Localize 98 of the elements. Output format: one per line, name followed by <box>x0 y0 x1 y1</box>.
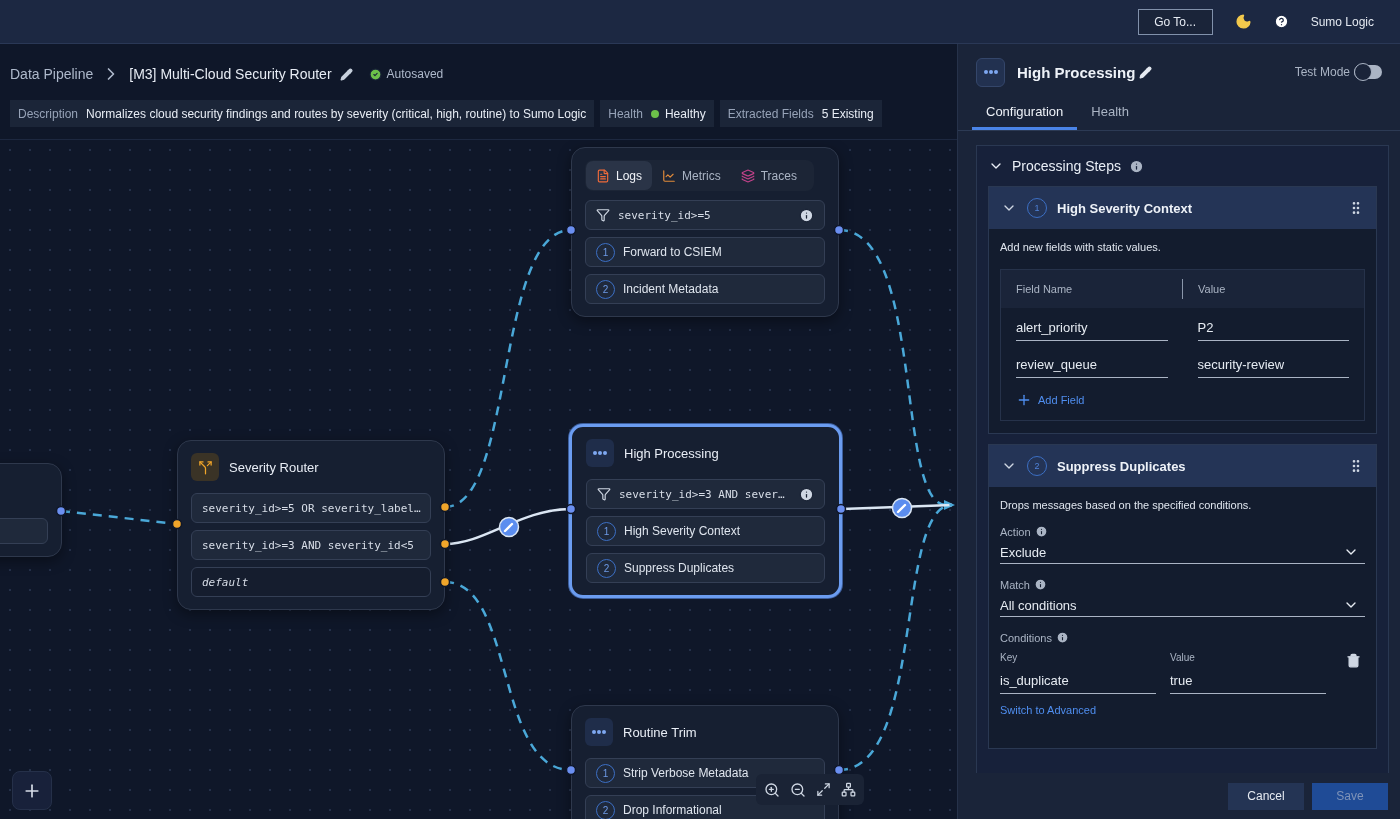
node-tab[interactable]: Logs <box>586 161 653 190</box>
edit-icon[interactable] <box>1139 65 1153 79</box>
edit-icon[interactable] <box>498 516 520 538</box>
expand-icon[interactable] <box>816 782 831 797</box>
port-dot[interactable] <box>55 505 67 517</box>
panel-tab[interactable]: Configuration <box>972 100 1078 130</box>
step-row[interactable]: 2 Suppress Duplicates <box>586 553 825 583</box>
step-title: Suppress Duplicates <box>1057 458 1187 474</box>
breadcrumb-item[interactable]: Data Pipeline <box>10 66 94 82</box>
status-dot <box>650 109 659 118</box>
step-row[interactable]: 2 Incident Metadata <box>585 274 825 304</box>
port-dot[interactable] <box>833 224 845 236</box>
toggle-label: Test Mode <box>1294 65 1350 79</box>
processing-node[interactable]: Routine Trim 1 Strip Verbose Metadata 2 Drop Informational <box>571 705 839 819</box>
zoom-out-icon[interactable] <box>790 781 806 798</box>
node-title: Severity Router <box>229 459 319 475</box>
section-header[interactable]: Processing Steps <box>988 156 1377 176</box>
input-field[interactable]: review_queue <box>1016 353 1168 378</box>
info-icon <box>1034 525 1048 538</box>
input-field[interactable]: security-review <box>1197 353 1349 378</box>
route-row[interactable]: severity_id>=3 AND severity_id<5 <box>191 530 431 560</box>
dots-icon <box>976 57 1005 87</box>
step-title: High Severity Context <box>1057 200 1194 216</box>
chip-label: Extracted Fields <box>727 106 814 121</box>
chip-label: Health <box>608 106 643 121</box>
column-header: Field Name <box>1015 283 1074 295</box>
field-label: Match <box>1000 578 1030 591</box>
router-node[interactable]: Severity Router severity_id>=5 OR severity_label… severity_id>=3 AND severity_id<5 default <box>177 440 445 610</box>
breadcrumb-item: [M3] Multi-Cloud Security Router <box>129 66 332 82</box>
match-select[interactable]: All conditions <box>1000 591 1365 617</box>
panel-title: High Processing <box>1017 63 1136 81</box>
chart-icon <box>662 168 677 183</box>
input-field[interactable]: is_duplicate <box>1000 669 1156 694</box>
split-icon <box>191 453 219 481</box>
field-label: Value <box>1170 652 1196 663</box>
moon-icon[interactable] <box>1234 13 1252 30</box>
node-tab[interactable]: Metrics <box>652 161 731 190</box>
column-header: Value <box>1182 279 1364 299</box>
node-tab[interactable]: Traces <box>730 161 807 190</box>
action-select[interactable]: Exclude <box>1000 538 1365 564</box>
check-icon <box>368 67 382 81</box>
layout-icon[interactable] <box>841 782 856 797</box>
field-label: Action <box>1000 525 1031 538</box>
port-dot[interactable] <box>565 224 577 236</box>
filter-icon <box>597 487 611 501</box>
info-icon <box>1056 631 1069 644</box>
port-dot[interactable] <box>835 503 847 515</box>
field-label: Key <box>1000 652 1019 663</box>
destination-node[interactable]: Logs Metrics Traces severity_id>=5 1 Forward to CSIEM 2 Incident Metadata <box>571 147 839 317</box>
dots-icon <box>585 718 613 746</box>
zoom-in-icon[interactable] <box>764 781 780 798</box>
dots-icon <box>586 439 614 467</box>
document-icon <box>596 168 610 183</box>
chip-value: Normalizes cloud security findings and routes by severity (critical, high, routine) to Sumo Logic <box>86 106 587 121</box>
add-node-button[interactable] <box>12 771 52 810</box>
input-field[interactable]: P2 <box>1197 316 1349 341</box>
node-title: Routine Trim <box>623 724 697 740</box>
panel-tab[interactable]: Health <box>1077 100 1143 130</box>
delete-icon[interactable] <box>1346 653 1361 668</box>
filter-row[interactable]: severity_id>=3 AND sever… <box>586 479 825 509</box>
plus-icon <box>1016 392 1032 408</box>
step-row[interactable]: 1 Forward to CSIEM <box>585 237 825 267</box>
port-dot[interactable] <box>439 501 451 513</box>
info-icon <box>1128 158 1144 174</box>
port-dot[interactable] <box>439 576 451 588</box>
brand-name[interactable]: Sumo Logic <box>1310 14 1374 29</box>
cancel-button[interactable]: Cancel <box>1228 782 1304 810</box>
go-to-button[interactable]: Go To... <box>1137 8 1213 35</box>
filter-icon <box>596 208 610 222</box>
field-label: Conditions <box>1000 631 1052 644</box>
switch-advanced-link[interactable]: Switch to Advanced <box>1000 704 1096 736</box>
port-dot[interactable] <box>833 764 845 776</box>
input-field[interactable]: alert_priority <box>1016 316 1168 341</box>
node-title: High Processing <box>624 445 719 461</box>
chip-label: Description <box>18 106 79 121</box>
port-dot[interactable] <box>565 764 577 776</box>
processing-node[interactable]: High Processing severity_id>=3 AND sever… 1 High Severity Context 2 Suppress Duplicates <box>569 424 842 598</box>
filter-row[interactable]: severity_id>=5 <box>585 200 825 230</box>
info-icon <box>1033 578 1047 591</box>
layers-icon <box>740 168 755 183</box>
input-field[interactable]: true <box>1170 669 1326 694</box>
info-icon <box>799 207 814 223</box>
edit-icon[interactable] <box>891 497 913 519</box>
edit-icon[interactable] <box>339 67 353 81</box>
port-dot[interactable] <box>171 518 183 530</box>
port-dot[interactable] <box>439 538 451 550</box>
step-description: Add new fields with static values. <box>1000 241 1162 253</box>
step-row[interactable]: 1 High Severity Context <box>586 516 825 546</box>
chip-value: 5 Existing <box>821 106 874 121</box>
autosave-status: Autosaved <box>386 67 444 81</box>
port-dot[interactable] <box>565 503 577 515</box>
chip-value: Healthy <box>664 106 706 121</box>
help-icon[interactable] <box>1273 14 1289 29</box>
info-icon <box>799 486 814 502</box>
step-description: Drops messages based on the specified conditions. <box>1000 499 1253 511</box>
route-row[interactable]: severity_id>=5 OR severity_label… <box>191 493 431 523</box>
test-mode-toggle[interactable] <box>1354 65 1382 79</box>
add-field-button[interactable]: Add Field <box>1001 382 1100 420</box>
